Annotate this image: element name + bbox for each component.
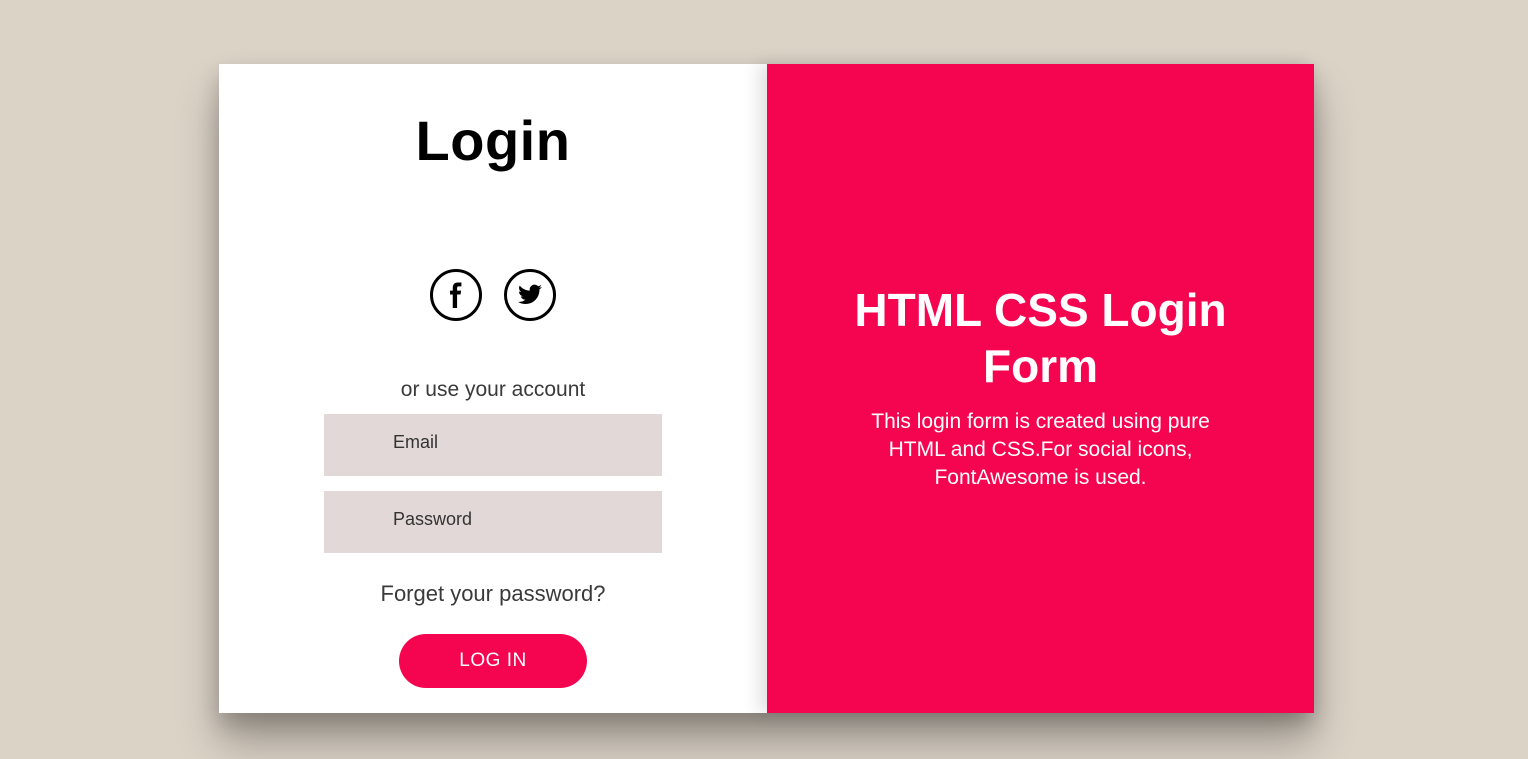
hero-title: HTML CSS Login Form	[854, 284, 1227, 392]
facebook-button[interactable]	[430, 269, 482, 321]
hero-description: This login form is created using pure HT…	[871, 410, 1210, 489]
login-title: Login	[415, 109, 571, 172]
facebook-icon	[450, 282, 462, 308]
email-field[interactable]	[324, 414, 662, 476]
password-field[interactable]	[324, 491, 662, 553]
twitter-button[interactable]	[504, 269, 556, 321]
twitter-icon	[518, 284, 542, 304]
forgot-password-link[interactable]: Forget your password?	[219, 581, 767, 607]
login-card: Login or use your account Forget your pa…	[219, 64, 1314, 713]
login-panel: Login or use your account Forget your pa…	[219, 64, 767, 713]
login-button[interactable]: LOG IN	[399, 634, 587, 688]
or-use-account-text: or use your account	[400, 378, 586, 401]
info-panel: HTML CSS Login Form This login form is c…	[767, 64, 1314, 713]
social-buttons	[219, 269, 767, 321]
